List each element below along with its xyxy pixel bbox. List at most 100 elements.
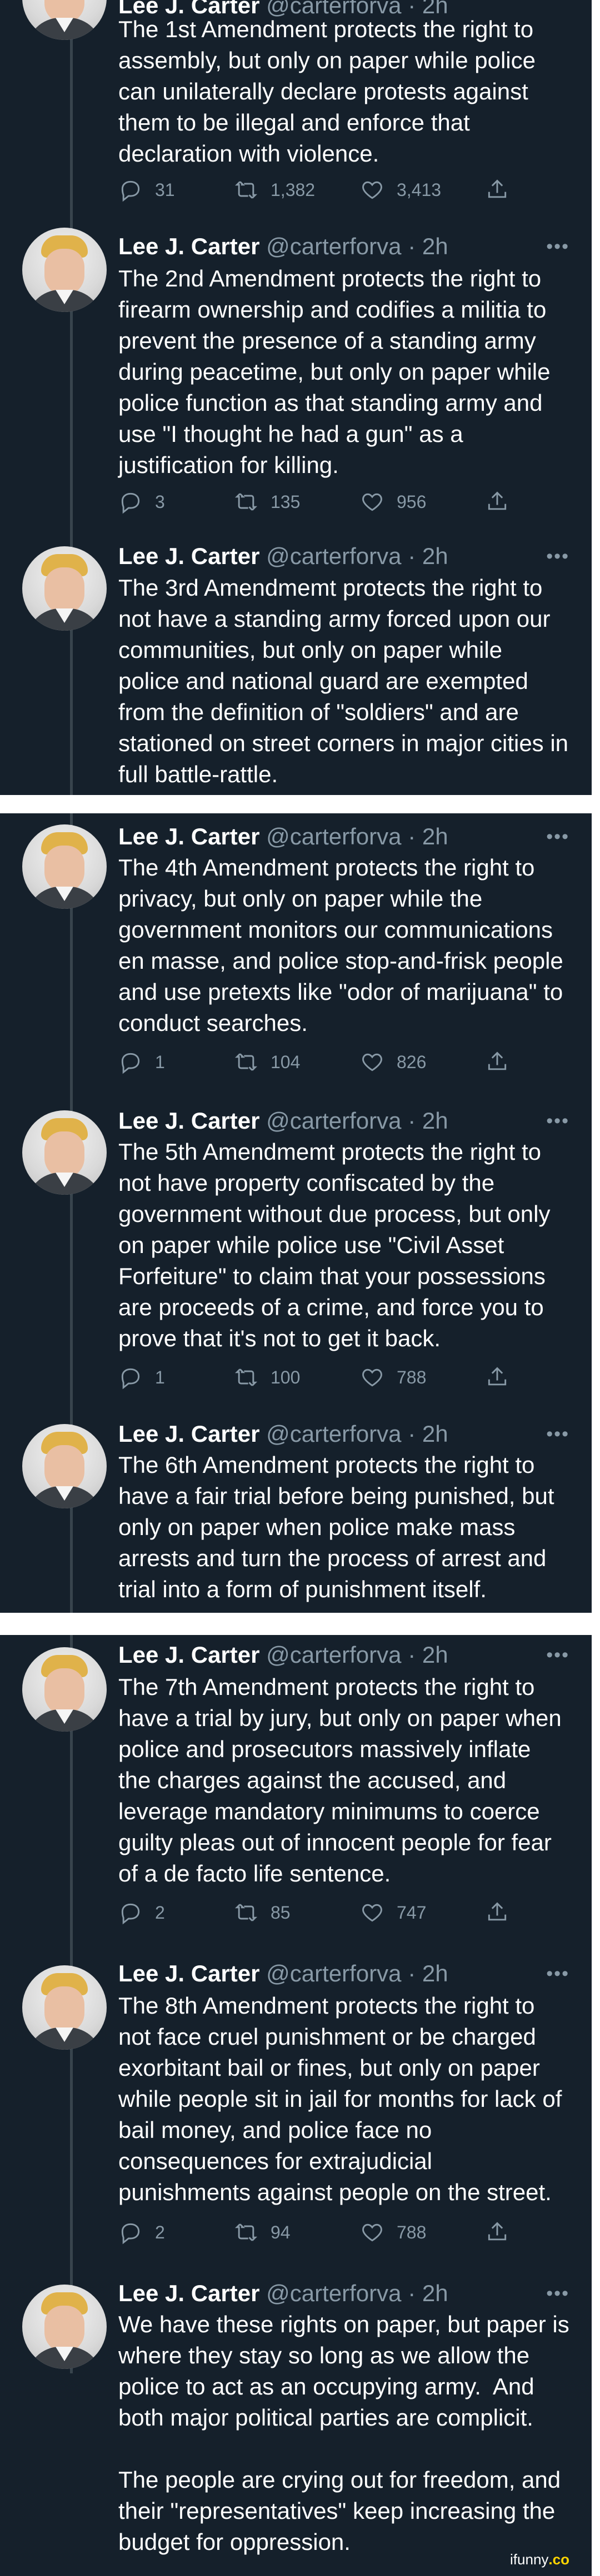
share-button[interactable] bbox=[485, 2216, 509, 2249]
tweet-text: We have these rights on paper, but paper… bbox=[118, 2311, 569, 2555]
tweet-time[interactable]: · 2h bbox=[408, 1960, 448, 1986]
retweet-count: 1,382 bbox=[271, 179, 316, 200]
author-handle[interactable]: @carterforva bbox=[266, 543, 401, 569]
reply-button[interactable]: 31 bbox=[118, 173, 175, 207]
tweet-actions: 3 135 956 bbox=[118, 485, 569, 519]
avatar[interactable] bbox=[22, 228, 107, 312]
share-button[interactable] bbox=[485, 485, 509, 519]
author-name[interactable]: Lee J. Carter bbox=[118, 2280, 259, 2306]
more-horizontal-icon[interactable]: ••• bbox=[546, 1418, 569, 1450]
retweet-count: 94 bbox=[271, 2222, 291, 2242]
tweet-time[interactable]: · 2h bbox=[408, 823, 448, 849]
like-button[interactable]: 956 bbox=[360, 485, 426, 519]
retweet-icon bbox=[234, 1368, 258, 1386]
avatar[interactable] bbox=[22, 824, 107, 909]
retweet-button[interactable]: 1,382 bbox=[234, 173, 315, 207]
author-handle[interactable]: @carterforva bbox=[266, 233, 401, 259]
reply-icon bbox=[121, 1368, 140, 1390]
tweet-text: The 1st Amendment protects the right to … bbox=[118, 16, 542, 167]
reply-button[interactable]: 1 bbox=[118, 1045, 165, 1079]
author-handle[interactable]: @carterforva bbox=[266, 1108, 401, 1134]
share-icon bbox=[488, 491, 507, 510]
avatar[interactable] bbox=[22, 546, 107, 631]
avatar[interactable] bbox=[22, 1647, 107, 1732]
tweet-time[interactable]: · 2h bbox=[408, 1642, 448, 1668]
ifunny-watermark: ifunny.co bbox=[510, 2551, 569, 2568]
tweet-header: Lee J. Carter @carterforva · 2h ••• bbox=[118, 541, 569, 572]
retweet-count: 135 bbox=[271, 491, 301, 512]
retweet-button[interactable]: 94 bbox=[234, 2216, 291, 2249]
author-name[interactable]: Lee J. Carter bbox=[118, 1108, 259, 1134]
like-button[interactable]: 747 bbox=[360, 1896, 426, 1929]
more-horizontal-icon[interactable]: ••• bbox=[546, 541, 569, 572]
reply-count: 3 bbox=[155, 491, 165, 512]
more-horizontal-icon[interactable]: ••• bbox=[546, 1105, 569, 1136]
tweet-header: Lee J. Carter @carterforva · 2h ••• bbox=[118, 1105, 569, 1136]
more-horizontal-icon[interactable]: ••• bbox=[546, 821, 569, 852]
author-handle[interactable]: @carterforva bbox=[266, 1960, 401, 1986]
watermark-suffix: .co bbox=[548, 2551, 569, 2568]
reply-button[interactable]: 3 bbox=[118, 485, 165, 519]
author-handle[interactable]: @carterforva bbox=[266, 2280, 401, 2306]
tweet-text: The 6th Amendment protects the right to … bbox=[118, 1452, 561, 1602]
reply-button[interactable]: 1 bbox=[118, 1361, 165, 1394]
author-name[interactable]: Lee J. Carter bbox=[118, 1421, 259, 1447]
more-horizontal-icon[interactable]: ••• bbox=[546, 1958, 569, 1989]
tweet-actions: 31 1,382 3,413 bbox=[118, 173, 569, 207]
share-icon bbox=[488, 2222, 507, 2241]
retweet-icon bbox=[234, 1904, 258, 1921]
retweet-icon bbox=[234, 1053, 258, 1071]
heart-icon bbox=[362, 1368, 382, 1387]
tweet-header: Lee J. Carter @carterforva · 2h ••• bbox=[118, 821, 569, 852]
tweet-time[interactable]: · 2h bbox=[408, 543, 448, 569]
watermark-text: ifunny bbox=[510, 2551, 549, 2568]
tweet-time[interactable]: · 2h bbox=[408, 1421, 448, 1447]
retweet-button[interactable]: 100 bbox=[234, 1361, 300, 1394]
like-count: 788 bbox=[397, 1367, 427, 1387]
retweet-count: 100 bbox=[271, 1367, 301, 1387]
tweet-time[interactable]: · 2h bbox=[408, 233, 448, 259]
tweet-time[interactable]: · 2h bbox=[408, 1108, 448, 1134]
tweet-time[interactable]: · 2h bbox=[408, 2280, 448, 2306]
retweet-icon bbox=[234, 181, 258, 199]
author-handle[interactable]: @carterforva bbox=[266, 823, 401, 849]
tweet-text: The 8th Amendment protects the right to … bbox=[118, 1993, 569, 2205]
author-name[interactable]: Lee J. Carter bbox=[118, 1960, 259, 1986]
avatar[interactable] bbox=[22, 1965, 107, 2050]
author-name[interactable]: Lee J. Carter bbox=[118, 823, 259, 849]
heart-icon bbox=[362, 493, 382, 511]
retweet-button[interactable]: 135 bbox=[234, 485, 300, 519]
reply-count: 1 bbox=[155, 1051, 165, 1072]
share-button[interactable] bbox=[485, 1045, 509, 1079]
like-button[interactable]: 3,413 bbox=[360, 173, 441, 207]
share-button[interactable] bbox=[485, 173, 509, 207]
share-button[interactable] bbox=[485, 1896, 509, 1929]
reply-icon bbox=[121, 2223, 140, 2245]
share-button[interactable] bbox=[485, 1361, 509, 1394]
like-button[interactable]: 788 bbox=[360, 1361, 426, 1394]
retweet-button[interactable]: 104 bbox=[234, 1045, 300, 1079]
more-horizontal-icon[interactable]: ••• bbox=[546, 231, 569, 262]
share-icon bbox=[488, 179, 507, 198]
author-handle[interactable]: @carterforva bbox=[266, 1642, 401, 1668]
avatar[interactable] bbox=[22, 2285, 107, 2369]
author-name[interactable]: Lee J. Carter bbox=[118, 543, 259, 569]
retweet-button[interactable]: 85 bbox=[234, 1896, 291, 1929]
more-horizontal-icon[interactable]: ••• bbox=[546, 1639, 569, 1671]
author-name[interactable]: Lee J. Carter bbox=[118, 233, 259, 259]
avatar[interactable] bbox=[22, 1110, 107, 1195]
author-name[interactable]: Lee J. Carter bbox=[118, 1642, 259, 1668]
like-button[interactable]: 788 bbox=[360, 2216, 426, 2249]
more-horizontal-icon[interactable]: ••• bbox=[546, 2278, 569, 2309]
reply-button[interactable]: 2 bbox=[118, 2216, 165, 2249]
heart-icon bbox=[362, 2223, 382, 2242]
like-count: 747 bbox=[397, 1902, 427, 1923]
reply-button[interactable]: 2 bbox=[118, 1896, 165, 1929]
tweet-header: Lee J. Carter @carterforva · 2h ••• bbox=[118, 231, 569, 262]
author-handle[interactable]: @carterforva bbox=[266, 1421, 401, 1447]
reply-icon bbox=[121, 180, 140, 202]
avatar[interactable] bbox=[22, 1424, 107, 1508]
avatar[interactable] bbox=[22, 0, 107, 40]
tweet-header: Lee J. Carter @carterforva · 2h ••• bbox=[118, 2278, 569, 2309]
like-button[interactable]: 826 bbox=[360, 1045, 426, 1079]
